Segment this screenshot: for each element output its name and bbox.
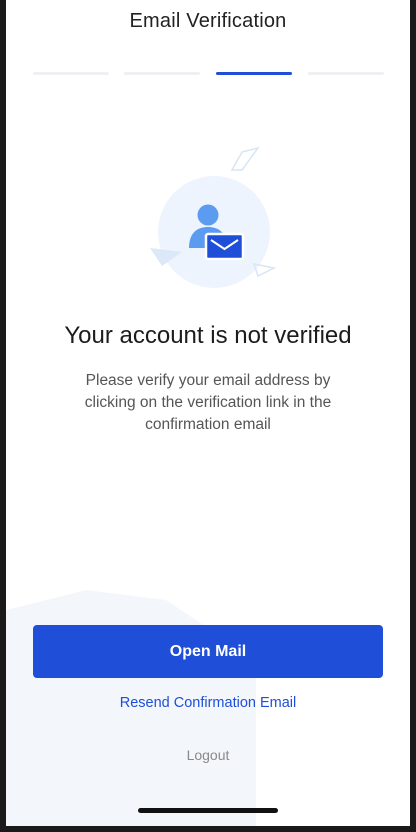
resend-email-link[interactable]: Resend Confirmation Email xyxy=(6,695,410,711)
open-mail-button[interactable]: Open Mail xyxy=(33,625,383,678)
status-description: Please verify your email address by clic… xyxy=(84,372,332,433)
progress-stepper xyxy=(33,72,384,76)
verification-illustration xyxy=(150,146,276,288)
envelope-icon xyxy=(204,232,245,261)
step-1 xyxy=(33,72,109,75)
home-indicator xyxy=(138,808,278,813)
step-3-active xyxy=(216,72,292,75)
logout-link[interactable]: Logout xyxy=(6,747,410,763)
step-2 xyxy=(124,72,200,75)
email-verification-screen: Email Verification Your account is not v… xyxy=(6,0,410,826)
step-4 xyxy=(308,72,384,75)
status-heading: Your account is not verified xyxy=(64,322,352,349)
page-title: Email Verification xyxy=(129,10,287,32)
